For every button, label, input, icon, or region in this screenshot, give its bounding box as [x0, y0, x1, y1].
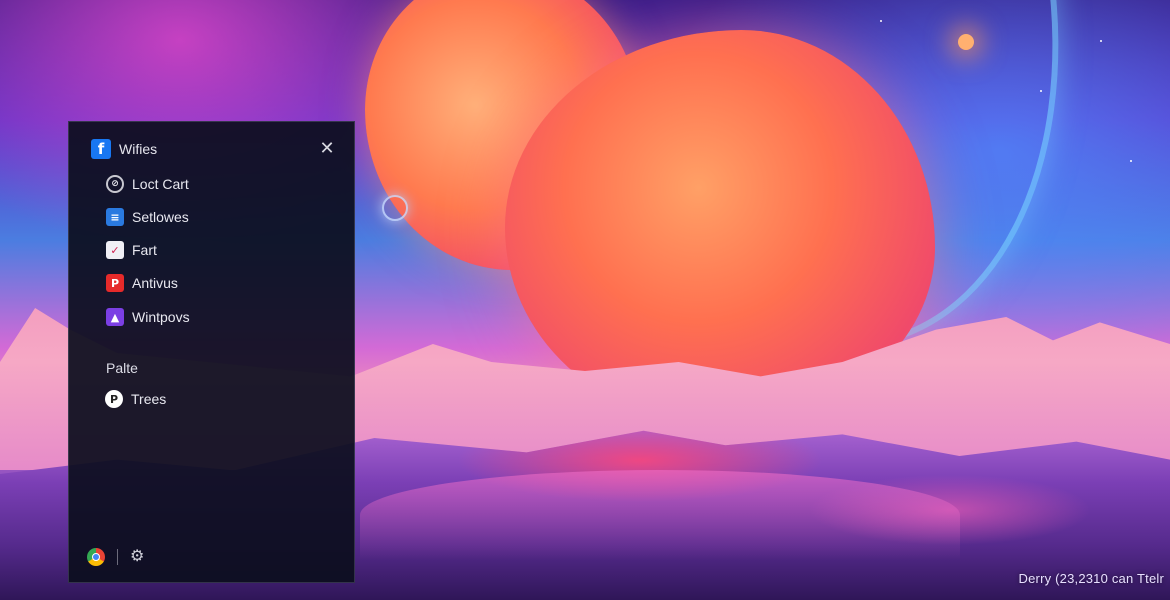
menu-item-label: Setlowes	[132, 209, 189, 225]
menu-item-wintpovs[interactable]: ▲ Wintpovs	[106, 308, 190, 326]
menu-item-label: Trees	[131, 391, 167, 407]
close-icon[interactable]: ✕	[318, 139, 336, 157]
menu-header: f Wifies	[91, 139, 157, 159]
menu-item-label: Wintpovs	[132, 309, 190, 325]
menu-item-loct-cart[interactable]: ⊘ Loct Cart	[106, 175, 189, 193]
wallpaper-dune-ridge	[360, 470, 960, 560]
section-label: Palte	[106, 360, 138, 376]
desktop-bottom-text: Derry (23,2310 can Ttelr	[1018, 571, 1164, 586]
antivirus-icon: P	[106, 274, 124, 292]
menu-item-label: Fart	[132, 242, 157, 258]
lock-icon: ⊘	[106, 175, 124, 193]
settings-icon: ≡	[106, 208, 124, 226]
menu-title: Wifies	[119, 141, 158, 157]
menu-item-trees[interactable]: P Trees	[105, 390, 166, 408]
windows-icon: ▲	[106, 308, 124, 326]
wallpaper-moon	[382, 195, 408, 221]
facebook-icon: f	[91, 139, 111, 159]
menu-item-setlowes[interactable]: ≡ Setlowes	[106, 208, 189, 226]
pinterest-icon: P	[105, 390, 123, 408]
chrome-icon[interactable]	[87, 548, 105, 566]
gear-icon[interactable]: ⚙	[130, 549, 144, 565]
menu-item-antivus[interactable]: P Antivus	[106, 274, 178, 292]
footer-divider	[117, 549, 118, 565]
wallpaper-sun	[958, 34, 974, 50]
menu-item-label: Loct Cart	[132, 176, 189, 192]
wallpaper-star	[1040, 90, 1042, 92]
wallpaper-star	[1130, 160, 1132, 162]
menu-footer: ⚙	[87, 548, 144, 566]
wallpaper-star	[1100, 40, 1102, 42]
start-menu-panel: f Wifies ✕ ⊘ Loct Cart ≡ Setlowes ✓ Fart…	[68, 121, 355, 583]
fart-app-icon: ✓	[106, 241, 124, 259]
wallpaper-star	[880, 20, 882, 22]
menu-item-fart[interactable]: ✓ Fart	[106, 241, 157, 259]
menu-item-label: Antivus	[132, 275, 178, 291]
